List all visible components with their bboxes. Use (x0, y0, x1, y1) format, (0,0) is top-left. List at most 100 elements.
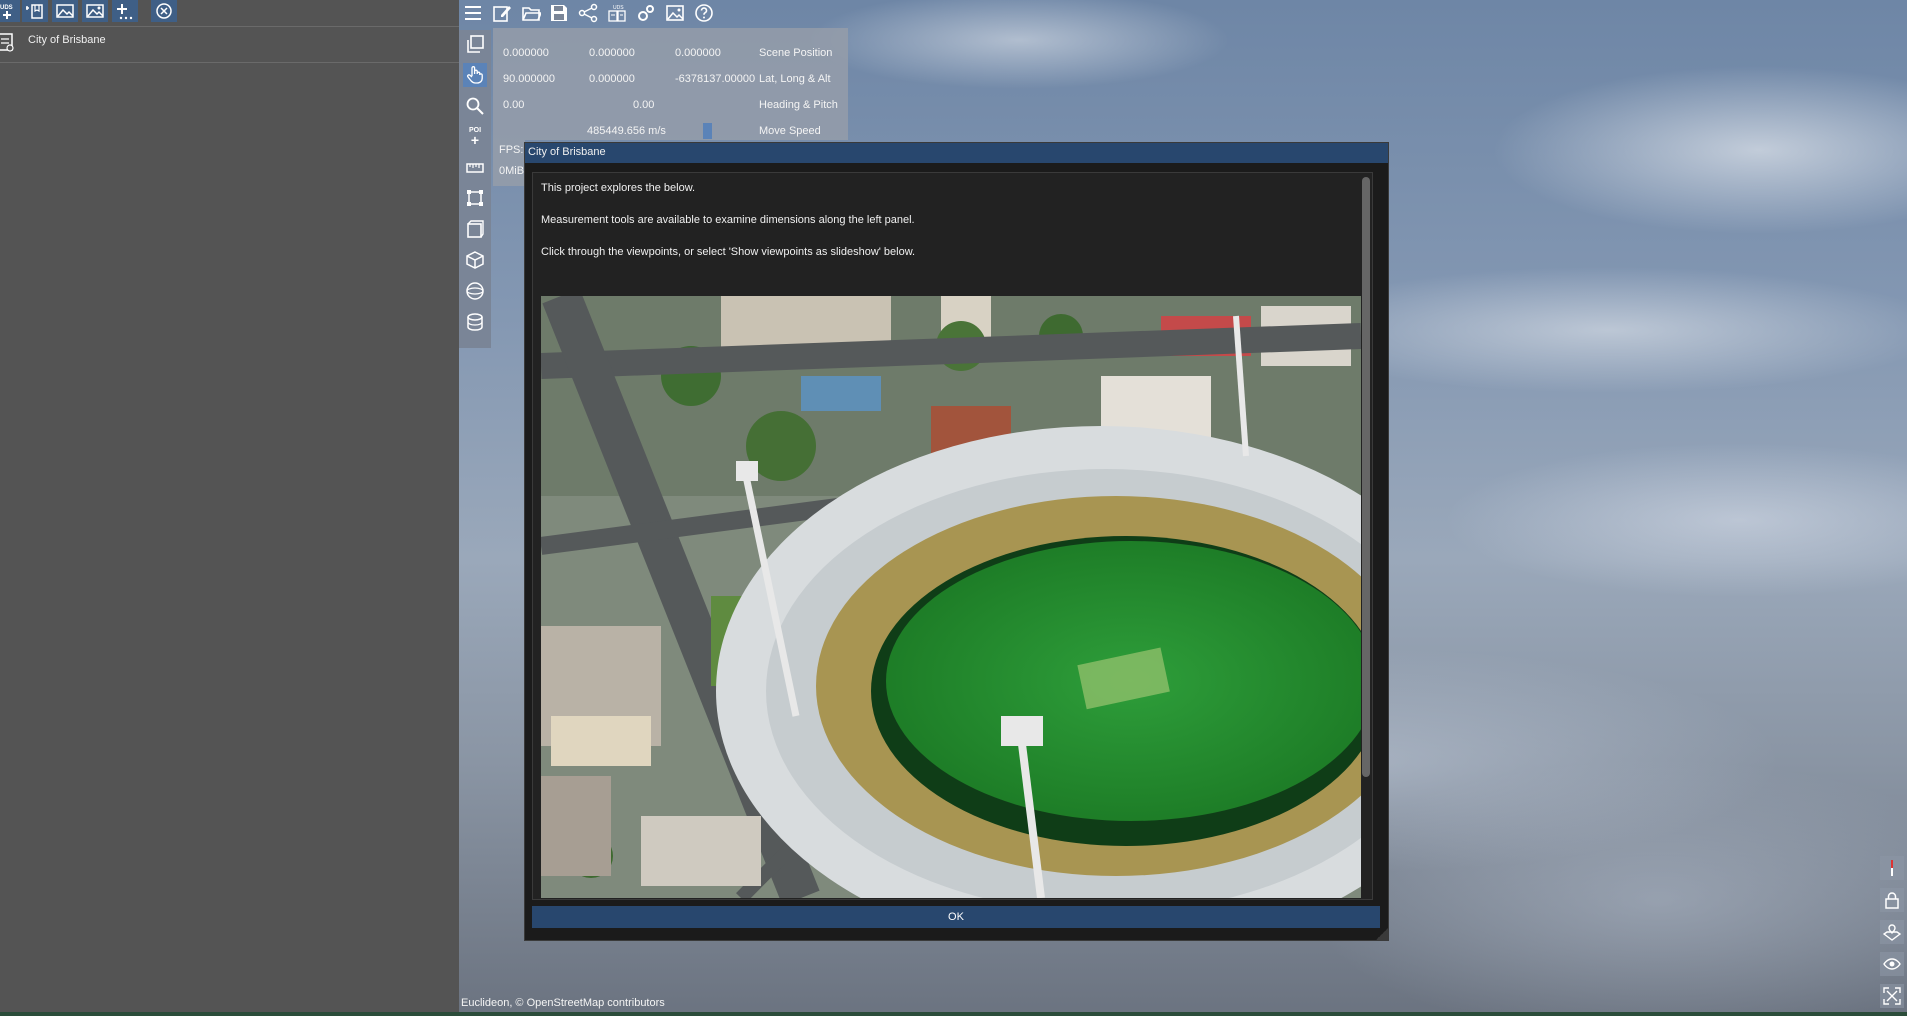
cylinder-filter-tool[interactable] (463, 310, 487, 334)
measure-area-tool[interactable] (463, 186, 487, 210)
move-speed-value: 485449.656 m/s (587, 125, 666, 137)
map-attribution: Euclideon, © OpenStreetMap contributors (461, 997, 665, 1009)
box-filter-tool[interactable] (463, 217, 487, 241)
camera-settings-panel: 0.000000 0.000000 0.000000 Scene Positio… (493, 28, 848, 140)
add-uds-icon: UDS (0, 5, 13, 19)
toolbar-divider (0, 26, 459, 27)
cube-filter-tool[interactable] (463, 248, 487, 272)
altitude-value[interactable]: -6378137.00000 (675, 73, 757, 85)
open-project-button[interactable] (519, 1, 543, 25)
share-button[interactable] (576, 1, 600, 25)
compass-icon (1891, 860, 1893, 876)
ok-button[interactable]: OK (532, 906, 1380, 928)
project-file-icon (0, 33, 14, 52)
search-icon (466, 97, 484, 115)
edit-icon (493, 6, 511, 22)
dialog-content: This project explores the below. Measure… (532, 172, 1373, 900)
ruler-icon (466, 163, 484, 173)
taskbar-strip (0, 1012, 1907, 1016)
fullscreen-button[interactable] (1880, 984, 1904, 1008)
add-photo-icon (86, 4, 104, 18)
scene-position-z[interactable]: 0.000000 (675, 47, 721, 59)
lat-long-alt-label: Lat, Long & Alt (759, 73, 831, 85)
map-pin-icon (1883, 924, 1901, 941)
stats-panel: FPS: 0MiB (493, 140, 525, 186)
heading-value[interactable]: 0.00 (503, 99, 524, 111)
lock-icon (1885, 892, 1899, 909)
fps-label: FPS: (499, 144, 524, 156)
convert-icon: UDS (608, 5, 626, 22)
heading-pitch-label: Heading & Pitch (759, 99, 838, 111)
move-speed-label: Move Speed (759, 125, 821, 137)
visibility-button[interactable] (1880, 952, 1904, 976)
description-line-3: Click through the viewpoints, or select … (541, 246, 916, 258)
add-photo-button[interactable] (82, 0, 108, 22)
poi-add-icon: POI + (468, 127, 482, 148)
lock-button[interactable] (1880, 888, 1904, 912)
edit-button[interactable] (490, 1, 514, 25)
scene-item-label: City of Brisbane (28, 34, 106, 46)
help-button[interactable] (692, 1, 716, 25)
sphere-filter-tool[interactable] (463, 279, 487, 303)
compass-button[interactable] (1880, 856, 1904, 880)
measure-line-tool[interactable] (463, 156, 487, 180)
map-mode-button[interactable] (1880, 920, 1904, 944)
add-image-button[interactable] (52, 0, 78, 22)
description-line-2: Measurement tools are available to exami… (541, 214, 915, 226)
eye-icon (1883, 958, 1901, 970)
dialog-scrollbar[interactable] (1362, 177, 1370, 777)
add-more-button[interactable] (112, 0, 138, 22)
stadium-aerial-photo (541, 296, 1361, 898)
menu-icon (465, 6, 481, 20)
cube-icon (466, 251, 484, 269)
dialog-title: City of Brisbane (528, 146, 606, 158)
memory-label: 0MiB (499, 165, 525, 177)
heading-pitch-row: 0.00 0.00 Heading & Pitch (493, 92, 848, 118)
select-tool[interactable] (463, 63, 487, 87)
add-poi-tool[interactable]: POI + (463, 125, 487, 149)
move-speed-row: 485449.656 m/s Move Speed (493, 118, 848, 144)
save-icon (551, 5, 567, 21)
search-tool[interactable] (463, 94, 487, 118)
box-icon (467, 220, 484, 238)
hand-select-icon (467, 66, 483, 84)
image-icon (666, 5, 684, 21)
add-image-icon (56, 4, 74, 18)
settings-icon (638, 5, 654, 21)
add-uds-button[interactable]: UDS (0, 0, 20, 22)
dialog-resize-grip[interactable] (1376, 928, 1388, 940)
menu-button[interactable] (461, 1, 485, 25)
save-button[interactable] (547, 1, 571, 25)
help-icon (695, 4, 713, 22)
add-more-icon (117, 4, 133, 20)
sphere-icon (466, 282, 484, 300)
open-folder-icon (522, 7, 541, 21)
scene-position-label: Scene Position (759, 47, 833, 59)
convert-button[interactable]: UDS (605, 1, 629, 25)
polygon-icon (467, 190, 483, 206)
add-folder-button[interactable] (22, 0, 48, 22)
image-button[interactable] (663, 1, 687, 25)
add-folder-icon (26, 4, 43, 19)
copy-tool[interactable] (463, 32, 487, 56)
scene-explorer-toolbar: UDS (0, 0, 459, 24)
longitude-value[interactable]: 0.000000 (589, 73, 635, 85)
svg-text:UDS: UDS (613, 5, 624, 11)
close-scene-button[interactable] (151, 0, 177, 22)
scene-explorer-panel: UDS City of Brisbane (0, 0, 459, 1016)
lat-long-alt-row: 90.000000 0.000000 -6378137.00000 Lat, L… (493, 66, 848, 92)
cylinder-icon (467, 313, 483, 331)
close-circle-icon (156, 3, 172, 19)
latitude-value[interactable]: 90.000000 (503, 73, 555, 85)
move-speed-slider[interactable] (703, 123, 712, 139)
fullscreen-icon (1883, 987, 1901, 1005)
share-icon (578, 3, 598, 23)
main-toolbar: UDS (459, 0, 739, 26)
scene-item-row[interactable]: City of Brisbane (0, 30, 459, 63)
pitch-value[interactable]: 0.00 (633, 99, 654, 111)
project-info-dialog: City of Brisbane This project explores t… (524, 142, 1389, 941)
dialog-title-bar[interactable]: City of Brisbane (525, 143, 1388, 163)
scene-position-x[interactable]: 0.000000 (503, 47, 549, 59)
settings-button[interactable] (634, 1, 658, 25)
scene-position-y[interactable]: 0.000000 (589, 47, 635, 59)
